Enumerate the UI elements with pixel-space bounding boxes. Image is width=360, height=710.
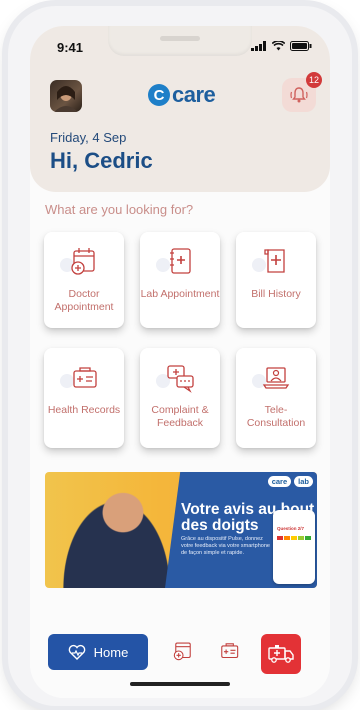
home-indicator xyxy=(130,682,230,686)
banner-subtext: Grâce au dispositif Pulse, donnez votre … xyxy=(181,536,270,556)
battery-icon xyxy=(290,41,312,51)
service-card-lab-appointment[interactable]: Lab Appointment xyxy=(140,232,220,328)
service-label: Doctor Appointment xyxy=(54,288,114,313)
teleconsultation-laptop-icon xyxy=(252,360,294,396)
avatar[interactable] xyxy=(50,80,82,112)
section-title: What are you looking for? xyxy=(45,202,194,217)
lab-notebook-icon xyxy=(156,244,198,280)
service-label: Complaint & Feedback xyxy=(151,404,209,429)
home-label: Home xyxy=(93,644,129,660)
mini-question-title: Question 2/7 xyxy=(277,526,305,531)
app-screen: 9:41 C care 12 Friday, 4 Sep Hi, Cedric … xyxy=(30,26,330,698)
date-label: Friday, 4 Sep xyxy=(50,130,127,145)
banner-phone-mockup: Question 2/7 xyxy=(273,510,315,584)
service-label: Health Records xyxy=(47,404,121,416)
home-heart-icon xyxy=(68,644,85,660)
brand-care: care xyxy=(267,476,292,487)
calendar-medical-icon xyxy=(60,244,102,280)
care-logo: C care xyxy=(148,82,216,108)
service-card-teleconsultation[interactable]: Tele-Consultation xyxy=(236,348,316,448)
calendar-medical-icon xyxy=(173,642,191,661)
signal-icon xyxy=(251,41,266,51)
status-time: 9:41 xyxy=(57,40,84,55)
logo-c-icon: C xyxy=(148,84,170,106)
notification-badge: 12 xyxy=(306,72,322,88)
service-card-bill-history[interactable]: Bill History xyxy=(236,232,316,328)
bill-document-icon xyxy=(252,244,294,280)
service-label: Tele-Consultation xyxy=(246,404,306,429)
banner-brands: care lab xyxy=(267,476,313,487)
service-label: Lab Appointment xyxy=(140,288,220,300)
feedback-chat-icon xyxy=(156,360,198,396)
bell-icon xyxy=(290,87,308,103)
nav-appointments[interactable] xyxy=(168,636,198,666)
logo-text: care xyxy=(172,82,216,107)
home-button[interactable]: Home xyxy=(48,634,148,670)
brand-lab: lab xyxy=(294,476,313,487)
nav-records[interactable] xyxy=(214,636,244,666)
health-records-icon xyxy=(221,643,239,659)
greeting: Hi, Cedric xyxy=(50,148,153,173)
ambulance-icon xyxy=(268,645,294,663)
wifi-icon xyxy=(272,41,285,51)
notification-button[interactable]: 12 xyxy=(282,72,322,112)
promo-banner[interactable]: care lab Votre avis au bout des doigts G… xyxy=(45,472,317,588)
service-card-complaint-feedback[interactable]: Complaint & Feedback xyxy=(140,348,220,448)
phone-frame: 9:41 C care 12 Friday, 4 Sep Hi, Cedric … xyxy=(8,6,352,706)
service-card-doctor-appointment[interactable]: Doctor Appointment xyxy=(44,232,124,328)
health-records-icon xyxy=(60,360,102,396)
service-card-health-records[interactable]: Health Records xyxy=(44,348,124,448)
emergency-button[interactable] xyxy=(261,634,301,674)
device-notch xyxy=(108,26,252,56)
service-label: Bill History xyxy=(251,288,301,300)
status-icons xyxy=(251,41,312,51)
banner-person-image xyxy=(45,472,175,588)
